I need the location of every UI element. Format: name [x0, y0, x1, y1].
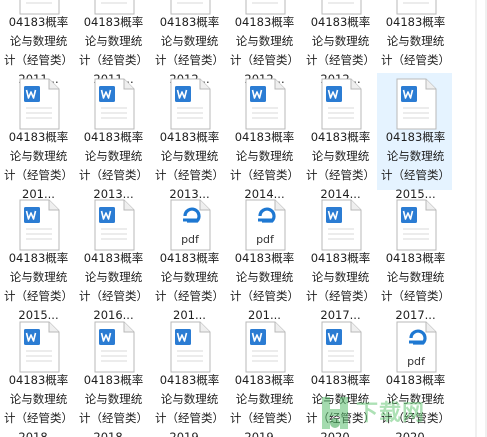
pdf-document-icon: pdf — [396, 321, 437, 373]
file-item[interactable]: 04183概率 论与数理统 计（经管类）2015... — [0, 194, 75, 322]
file-name: 04183概率 论与数理统 计（经管类）201... — [4, 130, 73, 201]
word-document-icon — [245, 78, 286, 130]
file-name: 04183概率 论与数理统 计（经管类）2013... — [155, 130, 224, 201]
file-item[interactable]: 04183概率 论与数理统 计（经管类）2018... — [0, 316, 75, 437]
word-document-icon — [321, 321, 362, 373]
file-item[interactable]: 04183概率 论与数理统 计（经管类）2012... — [302, 0, 377, 86]
file-item[interactable]: 04183概率 论与数理统 计（经管类）2018... — [75, 316, 150, 437]
word-document-icon — [19, 199, 60, 251]
word-document-icon — [170, 321, 211, 373]
word-document-icon — [94, 199, 135, 251]
word-document-icon — [245, 321, 286, 373]
file-item[interactable]: pdf 04183概率 论与数理统 计（经管类）201... — [226, 194, 301, 322]
file-name: 04183概率 论与数理统 计（经管类）2018... — [79, 373, 148, 437]
word-document-icon — [321, 78, 362, 130]
file-item[interactable]: 04183概率 论与数理统 计（经管类）2014... — [226, 73, 301, 201]
word-document-icon — [19, 321, 60, 373]
file-name: 04183概率 论与数理统 计（经管类）2018... — [4, 373, 73, 437]
file-item[interactable]: 04183概率 论与数理统 计（经管类）2016... — [75, 194, 150, 322]
pdf-document-icon: pdf — [245, 199, 286, 251]
word-document-icon — [321, 199, 362, 251]
file-item[interactable]: 04183概率 论与数理统 计（经管类）2012... — [226, 0, 301, 86]
file-item[interactable]: 04183概率 论与数理统 计（经管类）2011... — [0, 0, 75, 86]
file-item[interactable]: pdf 04183概率 论与数理统 计（经管类）201... — [151, 194, 226, 322]
file-name: 04183概率 论与数理统 计（经管类）2020... — [381, 373, 450, 437]
file-name: 04183概率 论与数理统 计（经管类）2019... — [230, 373, 299, 437]
word-document-icon — [19, 78, 60, 130]
svg-text:pdf: pdf — [256, 233, 275, 246]
svg-text:pdf: pdf — [181, 233, 200, 246]
file-item[interactable]: 04183概率 论与数理统 计（经管类）2020... — [302, 316, 377, 437]
vertical-scrollbar[interactable] — [475, 0, 487, 437]
file-name: 04183概率 论与数理统 计（经管类）2015... — [4, 251, 73, 322]
file-item[interactable]: pdf 04183概率 论与数理统 计（经管类）2020... — [377, 316, 452, 437]
file-name: 04183概率 论与数理统 计（经管类）201... — [155, 251, 224, 322]
pdf-document-icon: pdf — [170, 199, 211, 251]
svg-text:pdf: pdf — [407, 355, 426, 368]
word-document-icon — [396, 78, 437, 130]
file-item[interactable]: 04183概率 论与数理统 计（经管类）2019... — [226, 316, 301, 437]
file-item[interactable]: 04183概率 论与数理统 计（经管类）2013... — [377, 0, 452, 86]
file-item[interactable]: 04183概率 论与数理统 计（经管类）201... — [0, 73, 75, 201]
file-item[interactable]: 04183概率 论与数理统 计（经管类）2019... — [151, 316, 226, 437]
file-item[interactable]: 04183概率 论与数理统 计（经管类）2017... — [302, 194, 377, 322]
file-item[interactable]: 04183概率 论与数理统 计（经管类）2015... — [377, 73, 452, 201]
word-document-icon — [94, 321, 135, 373]
file-name: 04183概率 论与数理统 计（经管类）2016... — [79, 251, 148, 322]
file-item[interactable]: 04183概率 论与数理统 计（经管类）2013... — [75, 73, 150, 201]
file-item[interactable]: 04183概率 论与数理统 计（经管类）2017... — [377, 194, 452, 322]
file-name: 04183概率 论与数理统 计（经管类）201... — [230, 251, 299, 322]
file-name: 04183概率 论与数理统 计（经管类）2020... — [306, 373, 375, 437]
file-item[interactable]: 04183概率 论与数理统 计（经管类）2013... — [151, 73, 226, 201]
scrollbar-thumb[interactable] — [477, 0, 485, 437]
file-name: 04183概率 论与数理统 计（经管类）2017... — [381, 251, 450, 322]
file-name: 04183概率 论与数理统 计（经管类）2019... — [155, 373, 224, 437]
word-document-icon — [396, 199, 437, 251]
file-name: 04183概率 论与数理统 计（经管类）2013... — [79, 130, 148, 201]
file-item[interactable]: 04183概率 论与数理统 计（经管类）2011... — [75, 0, 150, 86]
file-grid: 04183概率 论与数理统 计（经管类）2011... 04183概率 论与数理… — [0, 0, 475, 437]
file-name: 04183概率 论与数理统 计（经管类）2015... — [381, 130, 450, 201]
file-item[interactable]: 04183概率 论与数理统 计（经管类）2014... — [302, 73, 377, 201]
word-document-icon — [170, 78, 211, 130]
file-name: 04183概率 论与数理统 计（经管类）2014... — [230, 130, 299, 201]
file-name: 04183概率 论与数理统 计（经管类）2017... — [306, 251, 375, 322]
file-item[interactable]: 04183概率 论与数理统 计（经管类）2012... — [151, 0, 226, 86]
file-name: 04183概率 论与数理统 计（经管类）2014... — [306, 130, 375, 201]
word-document-icon — [94, 78, 135, 130]
